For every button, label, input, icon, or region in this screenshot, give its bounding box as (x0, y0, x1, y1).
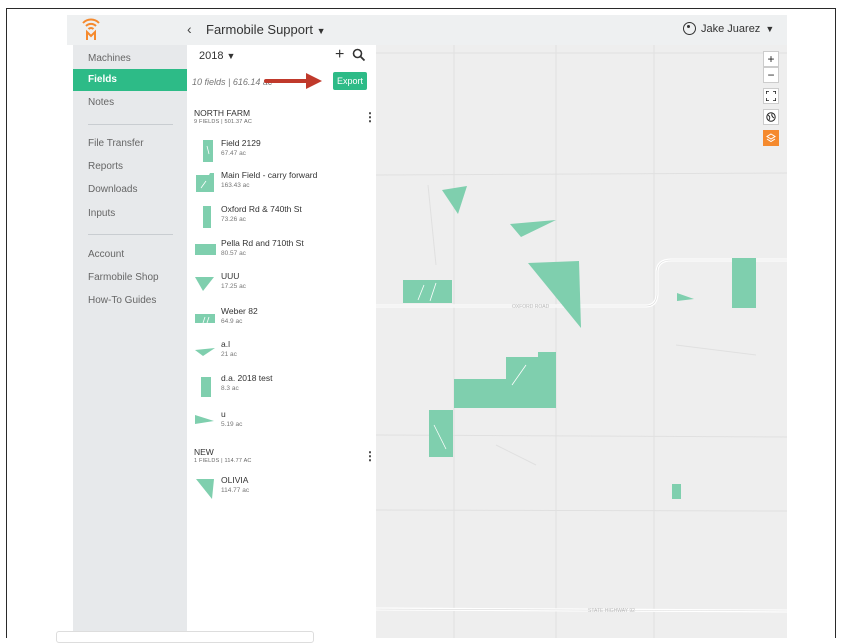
group-subtitle: 9 FIELDS | 501.37 AC (194, 119, 253, 125)
back-button[interactable]: ‹ (187, 21, 192, 37)
field-shape-icon (196, 479, 214, 499)
field-list-item[interactable]: Field 2129 67.47 ac (187, 138, 376, 168)
zoom-in-icon[interactable]: + (763, 51, 779, 67)
field-name: Main Field - carry forward (221, 170, 318, 180)
road-label: OXFORD ROAD (512, 304, 550, 310)
field-name: a.l (221, 339, 230, 349)
year-value: 2018 (199, 50, 224, 62)
farmobile-logo-icon (82, 18, 100, 40)
field-name: d.a. 2018 test (221, 373, 273, 383)
sidebar-divider (88, 124, 173, 125)
field-list-item[interactable]: Oxford Rd & 740th St 73.26 ac (187, 204, 376, 234)
sidebar-item-account[interactable]: Account (73, 244, 187, 266)
sidebar-divider (88, 234, 173, 235)
fields-summary: 10 fields | 616.14 ac (192, 77, 273, 87)
field-list-item[interactable]: OLIVIA 114.77 ac (187, 475, 376, 505)
field-name: u (221, 409, 226, 419)
map-canvas: OXFORD ROAD STATE HIGHWAY 92 (375, 45, 788, 638)
field-polygon[interactable] (454, 352, 556, 408)
sidebar-item-machines[interactable]: Machines (73, 48, 187, 70)
field-polygon[interactable] (528, 261, 581, 328)
sidebar-item-farmobile-shop[interactable]: Farmobile Shop (73, 267, 187, 289)
field-name: Field 2129 (221, 138, 261, 148)
field-area: 73.26 ac (221, 216, 246, 223)
org-name: Farmobile Support (206, 22, 313, 37)
user-menu[interactable]: Jake Juarez ▼ (683, 22, 774, 35)
road-label: STATE HIGHWAY 92 (588, 608, 635, 614)
globe-icon[interactable] (763, 109, 779, 125)
fullscreen-icon[interactable] (763, 88, 779, 104)
status-tooltip (56, 631, 314, 643)
field-name: Oxford Rd & 740th St (221, 204, 302, 214)
year-selector[interactable]: 2018 ▼ (199, 50, 235, 62)
field-polygon[interactable] (732, 258, 756, 308)
field-list-item[interactable]: a.l 21 ac (187, 339, 376, 369)
group-title: NORTH FARM (194, 108, 251, 118)
sidebar-item-notes[interactable]: Notes (73, 92, 187, 114)
sidebar-item-inputs[interactable]: Inputs (73, 203, 187, 225)
field-polygon[interactable] (429, 410, 453, 457)
sidebar-item-file-transfer[interactable]: File Transfer (73, 133, 187, 155)
field-list-item[interactable]: Main Field - carry forward 163.43 ac (187, 170, 376, 200)
field-name: Pella Rd and 710th St (221, 238, 304, 248)
field-polygon[interactable] (672, 484, 681, 499)
sidebar-item-fields[interactable]: Fields (73, 69, 187, 91)
field-shape-icon (195, 244, 216, 255)
field-area: 67.47 ac (221, 150, 246, 157)
group-menu-icon[interactable]: ⋮ (364, 110, 376, 124)
field-area: 114.77 ac (221, 487, 250, 494)
field-list-item[interactable]: UUU 17.25 ac (187, 271, 376, 301)
field-polygon[interactable] (677, 293, 694, 301)
field-name: Weber 82 (221, 306, 258, 316)
field-shape-icon (203, 206, 211, 228)
field-area: 163.43 ac (221, 182, 250, 189)
chevron-down-icon: ▼ (765, 23, 775, 34)
zoom-out-icon[interactable]: − (763, 67, 779, 83)
field-shape-icon (203, 140, 213, 162)
chevron-down-icon: ▼ (316, 26, 326, 36)
group-title: NEW (194, 447, 214, 457)
add-field-button[interactable]: + (335, 46, 344, 64)
org-selector[interactable]: Farmobile Support ▼ (206, 22, 326, 37)
top-bar (67, 15, 787, 45)
field-polygon[interactable] (403, 280, 452, 303)
field-polygon[interactable] (510, 220, 556, 237)
field-name: OLIVIA (221, 475, 249, 485)
chevron-down-icon: ▼ (226, 51, 236, 61)
user-avatar-icon (683, 22, 696, 35)
field-list-item[interactable]: Weber 82 64.9 ac (187, 306, 376, 336)
field-list-item[interactable]: u 5.19 ac (187, 409, 376, 439)
field-list-item[interactable]: Pella Rd and 710th St 80.57 ac (187, 238, 376, 268)
sidebar-item-downloads[interactable]: Downloads (73, 179, 187, 201)
map-view[interactable]: OXFORD ROAD STATE HIGHWAY 92 (375, 45, 788, 638)
group-menu-icon[interactable]: ⋮ (364, 449, 376, 463)
field-shape-icon (196, 173, 214, 192)
layers-icon[interactable] (763, 130, 779, 146)
field-area: 8.3 ac (221, 385, 239, 392)
red-arrow-annotation (264, 73, 322, 89)
search-icon[interactable] (352, 48, 366, 62)
field-area: 5.19 ac (221, 421, 243, 428)
group-subtitle: 1 FIELDS | 114.77 AC (194, 458, 252, 464)
field-shape-icon (195, 277, 214, 291)
field-area: 17.25 ac (221, 283, 246, 290)
sidebar-item-reports[interactable]: Reports (73, 156, 187, 178)
export-button[interactable]: Export (333, 72, 367, 90)
field-area: 21 ac (221, 351, 237, 358)
field-shape-icon (201, 377, 211, 397)
field-name: UUU (221, 271, 240, 281)
sidebar-item-how-to-guides[interactable]: How-To Guides (73, 290, 187, 312)
field-list-item[interactable]: d.a. 2018 test 8.3 ac (187, 373, 376, 403)
field-shape-icon (195, 348, 215, 356)
field-area: 80.57 ac (221, 250, 246, 257)
user-name: Jake Juarez (701, 22, 761, 35)
field-shape-icon (195, 314, 215, 324)
field-area: 64.9 ac (221, 318, 243, 325)
sidebar: Machines Fields Notes File Transfer Repo… (73, 45, 187, 638)
field-shape-icon (195, 415, 214, 424)
